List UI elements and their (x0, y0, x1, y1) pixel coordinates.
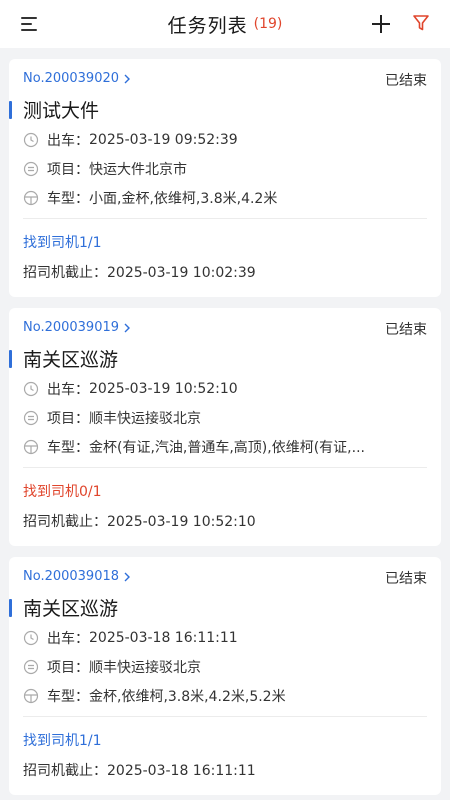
deadline-row: 招司机截止：2025-03-19 10:52:10 (23, 511, 256, 531)
title-accent-bar (9, 101, 12, 119)
task-name: 南关区巡游 (23, 598, 119, 620)
depart-time: 2025-03-18 16:11:11 (89, 630, 238, 646)
chevron-right-icon (124, 572, 131, 581)
filter-funnel-icon[interactable] (412, 14, 430, 32)
top-bar: 任务列表 (19) (0, 0, 450, 48)
project-value: 顺丰快运接驳北京 (89, 411, 201, 427)
vehicle-row: 车型： 金杯(有证,汽油,普通车,高顶),依维柯(有证,... (23, 436, 427, 458)
steering-wheel-icon (23, 190, 39, 206)
title-accent-bar (9, 350, 12, 368)
depart-label: 出车： (47, 133, 89, 149)
drivers-found-link[interactable]: 找到司机0/1 (23, 481, 102, 501)
drivers-found-link[interactable]: 找到司机1/1 (23, 730, 102, 750)
page-title: 任务列表 (167, 14, 248, 37)
vehicle-value: 小面,金杯,依维柯,3.8米,4.2米 (89, 191, 278, 207)
task-card[interactable]: No.200039020 已结束 测试大件 出车： 2025-03-19 09:… (9, 59, 441, 297)
task-count-badge: (19) (253, 16, 283, 32)
depart-time: 2025-03-19 09:52:39 (89, 132, 238, 148)
clock-icon (23, 132, 39, 148)
vehicle-row: 车型： 金杯,依维柯,3.8米,4.2米,5.2米 (23, 685, 427, 707)
divider (23, 218, 427, 219)
task-card[interactable]: No.200039018 已结束 南关区巡游 出车： 2025-03-18 16… (9, 557, 441, 795)
chevron-right-icon (124, 74, 131, 83)
deadline-row: 招司机截止：2025-03-18 16:11:11 (23, 760, 256, 780)
depart-row: 出车： 2025-03-18 16:11:11 (23, 627, 427, 649)
divider (23, 716, 427, 717)
vehicle-label: 车型： (47, 689, 89, 705)
order-number: No.200039019 (23, 320, 120, 335)
depart-label: 出车： (47, 382, 89, 398)
project-list-icon (23, 410, 39, 426)
order-number: No.200039018 (23, 569, 120, 584)
chevron-right-icon (124, 323, 131, 332)
project-row: 项目： 顺丰快运接驳北京 (23, 656, 427, 678)
order-number: No.200039020 (23, 71, 120, 86)
vehicle-row: 车型： 小面,金杯,依维柯,3.8米,4.2米 (23, 187, 427, 209)
project-row: 项目： 快运大件北京市 (23, 158, 427, 180)
vehicle-value: 金杯(有证,汽油,普通车,高顶),依维柯(有证,... (89, 440, 365, 456)
vehicle-value: 金杯,依维柯,3.8米,4.2米,5.2米 (89, 689, 286, 705)
clock-icon (23, 381, 39, 397)
order-number-link[interactable]: No.200039019 (23, 320, 131, 335)
drivers-found-link[interactable]: 找到司机1/1 (23, 232, 102, 252)
depart-row: 出车： 2025-03-19 10:52:10 (23, 378, 427, 400)
task-name: 南关区巡游 (23, 349, 119, 371)
vehicle-label: 车型： (47, 440, 89, 456)
project-value: 顺丰快运接驳北京 (89, 660, 201, 676)
deadline-value: 2025-03-19 10:02:39 (107, 265, 256, 281)
title-accent-bar (9, 599, 12, 617)
project-value: 快运大件北京市 (89, 162, 187, 178)
status-badge: 已结束 (385, 73, 427, 89)
order-number-link[interactable]: No.200039020 (23, 71, 131, 86)
clock-icon (23, 630, 39, 646)
depart-row: 出车： 2025-03-19 09:52:39 (23, 129, 427, 151)
plus-icon[interactable] (370, 13, 392, 35)
depart-label: 出车： (47, 631, 89, 647)
steering-wheel-icon (23, 439, 39, 455)
status-badge: 已结束 (385, 571, 427, 587)
project-label: 项目： (47, 411, 89, 427)
steering-wheel-icon (23, 688, 39, 704)
deadline-row: 招司机截止：2025-03-19 10:02:39 (23, 262, 256, 282)
project-row: 项目： 顺丰快运接驳北京 (23, 407, 427, 429)
task-card[interactable]: No.200039019 已结束 南关区巡游 出车： 2025-03-19 10… (9, 308, 441, 546)
vehicle-label: 车型： (47, 191, 89, 207)
project-list-icon (23, 161, 39, 177)
deadline-label: 招司机截止： (23, 763, 107, 779)
deadline-value: 2025-03-19 10:52:10 (107, 514, 256, 530)
deadline-label: 招司机截止： (23, 265, 107, 281)
project-label: 项目： (47, 660, 89, 676)
deadline-value: 2025-03-18 16:11:11 (107, 763, 256, 779)
project-label: 项目： (47, 162, 89, 178)
divider (23, 467, 427, 468)
depart-time: 2025-03-19 10:52:10 (89, 381, 238, 397)
task-name: 测试大件 (23, 100, 100, 122)
deadline-label: 招司机截止： (23, 514, 107, 530)
status-badge: 已结束 (385, 322, 427, 338)
order-number-link[interactable]: No.200039018 (23, 569, 131, 584)
project-list-icon (23, 659, 39, 675)
